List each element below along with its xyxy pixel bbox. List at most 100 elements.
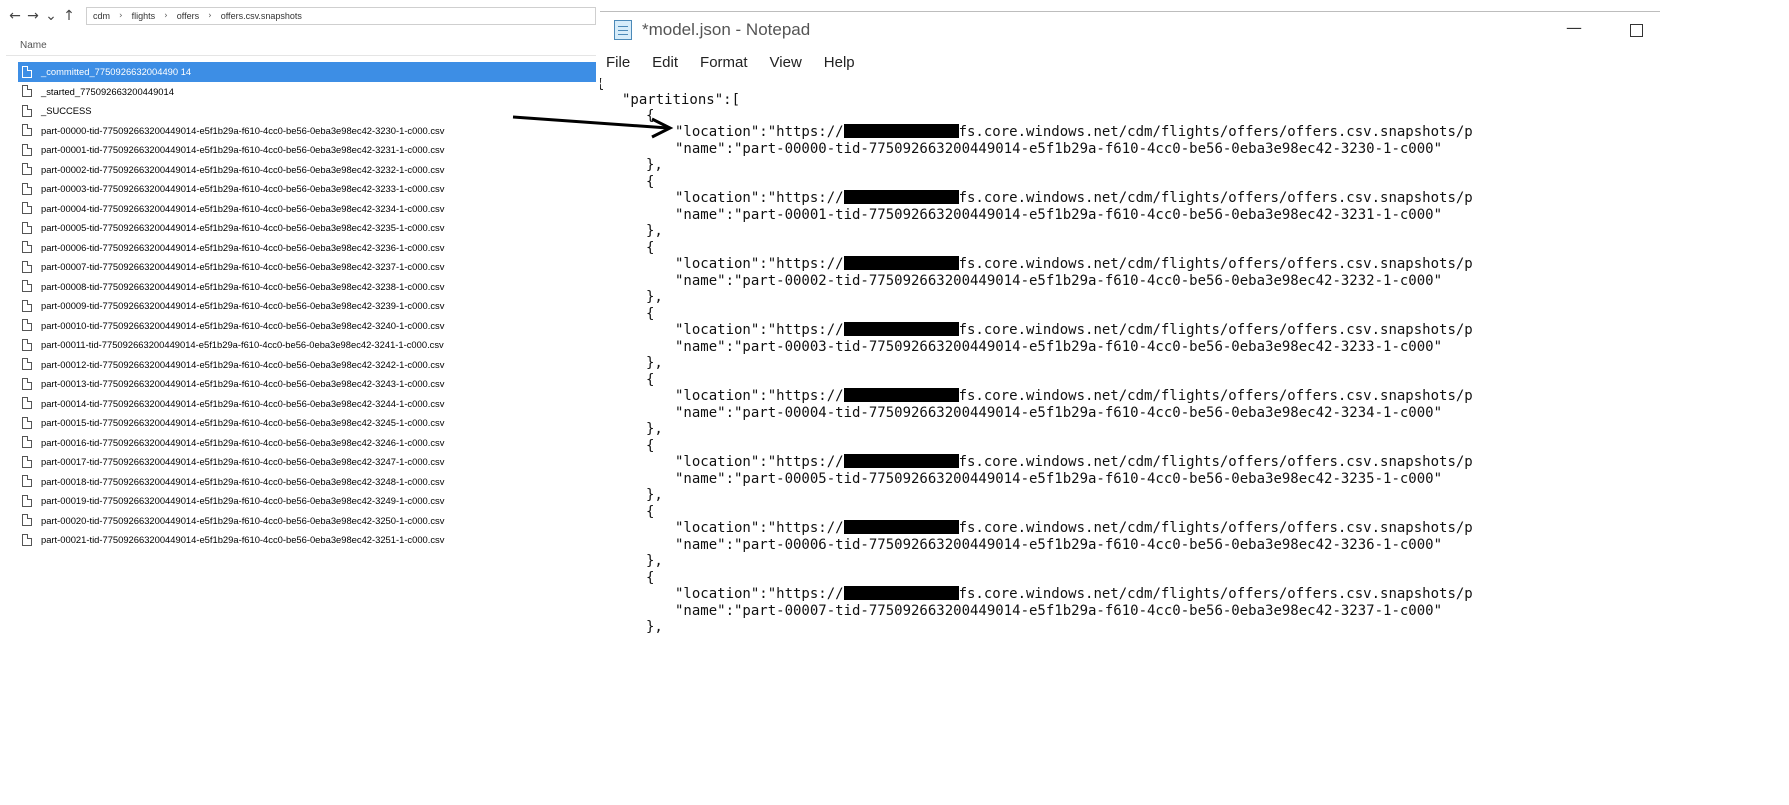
- file-row[interactable]: _committed_7750926632004490 14: [18, 62, 596, 82]
- json-location-line: "location":"https:// fs.core.windows.net/…: [675, 190, 1473, 207]
- code-text: {: [646, 108, 655, 124]
- redacted-block: [843, 388, 959, 402]
- location-suffix: fs.core.windows.net/cdm/flights/offers/o…: [958, 124, 1473, 140]
- file-row[interactable]: part-00021-tid-775092663200449014-e5f1b2…: [18, 530, 596, 550]
- file-row[interactable]: part-00005-tid-775092663200449014-e5f1b2…: [18, 218, 596, 238]
- breadcrumb-separator-icon[interactable]: ›: [164, 11, 168, 21]
- code-text: {: [646, 438, 655, 454]
- menu-edit[interactable]: Edit: [652, 54, 678, 71]
- file-icon: [22, 241, 32, 254]
- menu-view[interactable]: View: [770, 54, 802, 71]
- title-bar[interactable]: *model.json - Notepad —: [600, 12, 1660, 48]
- partition-name: "name":"part-00006-tid-77509266320044901…: [675, 537, 1443, 553]
- window-title: *model.json - Notepad: [642, 20, 811, 39]
- breadcrumb-cdm[interactable]: cdm: [93, 11, 110, 21]
- code-text: },: [646, 553, 663, 569]
- location-prefix: "location":"https://: [675, 454, 844, 470]
- code-text: },: [646, 487, 663, 503]
- file-row[interactable]: part-00003-tid-775092663200449014-e5f1b2…: [18, 179, 596, 199]
- file-row[interactable]: part-00001-tid-775092663200449014-e5f1b2…: [18, 140, 596, 160]
- location-prefix: "location":"https://: [675, 190, 844, 206]
- file-row[interactable]: part-00006-tid-775092663200449014-e5f1b2…: [18, 238, 596, 258]
- breadcrumb-flights[interactable]: flights: [132, 11, 156, 21]
- file-row[interactable]: _started_775092663200449014: [18, 82, 596, 102]
- redacted-block: [843, 520, 959, 534]
- file-icon: [22, 202, 32, 215]
- file-name: part-00002-tid-775092663200449014-e5f1b2…: [41, 163, 445, 175]
- back-arrow-icon[interactable]: ←: [6, 8, 24, 24]
- json-item-open: {: [646, 174, 654, 191]
- file-name: part-00020-tid-775092663200449014-e5f1b2…: [41, 514, 445, 526]
- menu-format[interactable]: Format: [700, 54, 748, 71]
- partition-name: "name":"part-00002-tid-77509266320044901…: [675, 273, 1443, 289]
- location-suffix: fs.core.windows.net/cdm/flights/offers/o…: [958, 520, 1473, 536]
- breadcrumb-snapshots[interactable]: offers.csv.snapshots: [221, 11, 302, 21]
- file-row[interactable]: part-00009-tid-775092663200449014-e5f1b2…: [18, 296, 596, 316]
- location-prefix: "location":"https://: [675, 388, 844, 404]
- json-item-close: },: [646, 223, 663, 240]
- breadcrumb-separator-icon[interactable]: ›: [208, 11, 212, 21]
- up-arrow-icon[interactable]: ↑: [60, 8, 78, 24]
- maximize-button[interactable]: [1630, 24, 1643, 37]
- location-prefix: "location":"https://: [675, 124, 844, 140]
- breadcrumb-offers[interactable]: offers: [177, 11, 199, 21]
- menu-help[interactable]: Help: [824, 54, 855, 71]
- file-name: part-00008-tid-775092663200449014-e5f1b2…: [41, 280, 445, 292]
- file-name: part-00016-tid-775092663200449014-e5f1b2…: [41, 436, 445, 448]
- json-location-line: "location":"https:// fs.core.windows.net/…: [675, 322, 1473, 339]
- file-row[interactable]: part-00015-tid-775092663200449014-e5f1b2…: [18, 413, 596, 433]
- file-icon: [22, 163, 32, 176]
- file-row[interactable]: part-00008-tid-775092663200449014-e5f1b2…: [18, 277, 596, 297]
- code-text: "partitions":[: [622, 92, 741, 108]
- file-name: part-00009-tid-775092663200449014-e5f1b2…: [41, 300, 445, 312]
- code-text: {: [646, 504, 655, 520]
- location-prefix: "location":"https://: [675, 520, 844, 536]
- file-row[interactable]: part-00020-tid-775092663200449014-e5f1b2…: [18, 511, 596, 531]
- file-row[interactable]: part-00013-tid-775092663200449014-e5f1b2…: [18, 374, 596, 394]
- minimize-button[interactable]: —: [1566, 18, 1582, 37]
- address-bar[interactable]: cdm › flights › offers › offers.csv.snap…: [86, 7, 596, 25]
- json-open-brace: {: [600, 78, 604, 93]
- location-suffix: fs.core.windows.net/cdm/flights/offers/o…: [958, 322, 1473, 338]
- file-row[interactable]: part-00011-tid-775092663200449014-e5f1b2…: [18, 335, 596, 355]
- location-prefix: "location":"https://: [675, 256, 844, 272]
- file-icon: [22, 221, 32, 234]
- breadcrumb-separator-icon[interactable]: ›: [119, 11, 123, 21]
- menu-file[interactable]: File: [606, 54, 630, 71]
- file-row[interactable]: part-00000-tid-775092663200449014-e5f1b2…: [18, 121, 596, 141]
- file-name: part-00018-tid-775092663200449014-e5f1b2…: [41, 475, 445, 487]
- file-row[interactable]: part-00016-tid-775092663200449014-e5f1b2…: [18, 433, 596, 453]
- file-row[interactable]: part-00019-tid-775092663200449014-e5f1b2…: [18, 491, 596, 511]
- file-row[interactable]: part-00012-tid-775092663200449014-e5f1b2…: [18, 355, 596, 375]
- file-row[interactable]: _SUCCESS: [18, 101, 596, 121]
- file-icon: [22, 104, 32, 117]
- file-name: _SUCCESS: [41, 105, 92, 117]
- file-row[interactable]: part-00007-tid-775092663200449014-e5f1b2…: [18, 257, 596, 277]
- json-location-line: "location":"https:// fs.core.windows.net/…: [675, 124, 1473, 141]
- file-row[interactable]: part-00004-tid-775092663200449014-e5f1b2…: [18, 199, 596, 219]
- json-name-line: "name":"part-00005-tid-77509266320044901…: [675, 471, 1442, 488]
- file-name: part-00021-tid-775092663200449014-e5f1b2…: [41, 534, 445, 546]
- json-location-line: "location":"https:// fs.core.windows.net/…: [675, 520, 1473, 537]
- recent-locations-chevron-icon[interactable]: ⌄: [42, 8, 60, 24]
- name-column-header[interactable]: Name: [20, 40, 47, 51]
- file-icon: [22, 494, 32, 507]
- forward-arrow-icon[interactable]: →: [24, 8, 42, 24]
- file-name: part-00004-tid-775092663200449014-e5f1b2…: [41, 202, 445, 214]
- file-row[interactable]: part-00014-tid-775092663200449014-e5f1b2…: [18, 394, 596, 414]
- file-row[interactable]: part-00002-tid-775092663200449014-e5f1b2…: [18, 160, 596, 180]
- file-row[interactable]: part-00017-tid-775092663200449014-e5f1b2…: [18, 452, 596, 472]
- json-item-close: },: [646, 421, 663, 438]
- json-item-close: },: [646, 619, 663, 636]
- text-editor-area[interactable]: {"partitions":[{"location":"https://fs.c…: [600, 78, 1660, 728]
- file-icon: [22, 182, 32, 195]
- file-row[interactable]: part-00010-tid-775092663200449014-e5f1b2…: [18, 316, 596, 336]
- file-icon: [22, 455, 32, 468]
- file-name: part-00019-tid-775092663200449014-e5f1b2…: [41, 495, 445, 507]
- file-icon: [22, 65, 32, 78]
- json-item-close: },: [646, 553, 663, 570]
- menu-bar: File Edit Format View Help: [600, 50, 871, 74]
- redacted-block: [843, 256, 959, 270]
- file-row[interactable]: part-00018-tid-775092663200449014-e5f1b2…: [18, 472, 596, 492]
- json-location-line: "location":"https:// fs.core.windows.net/…: [675, 256, 1473, 273]
